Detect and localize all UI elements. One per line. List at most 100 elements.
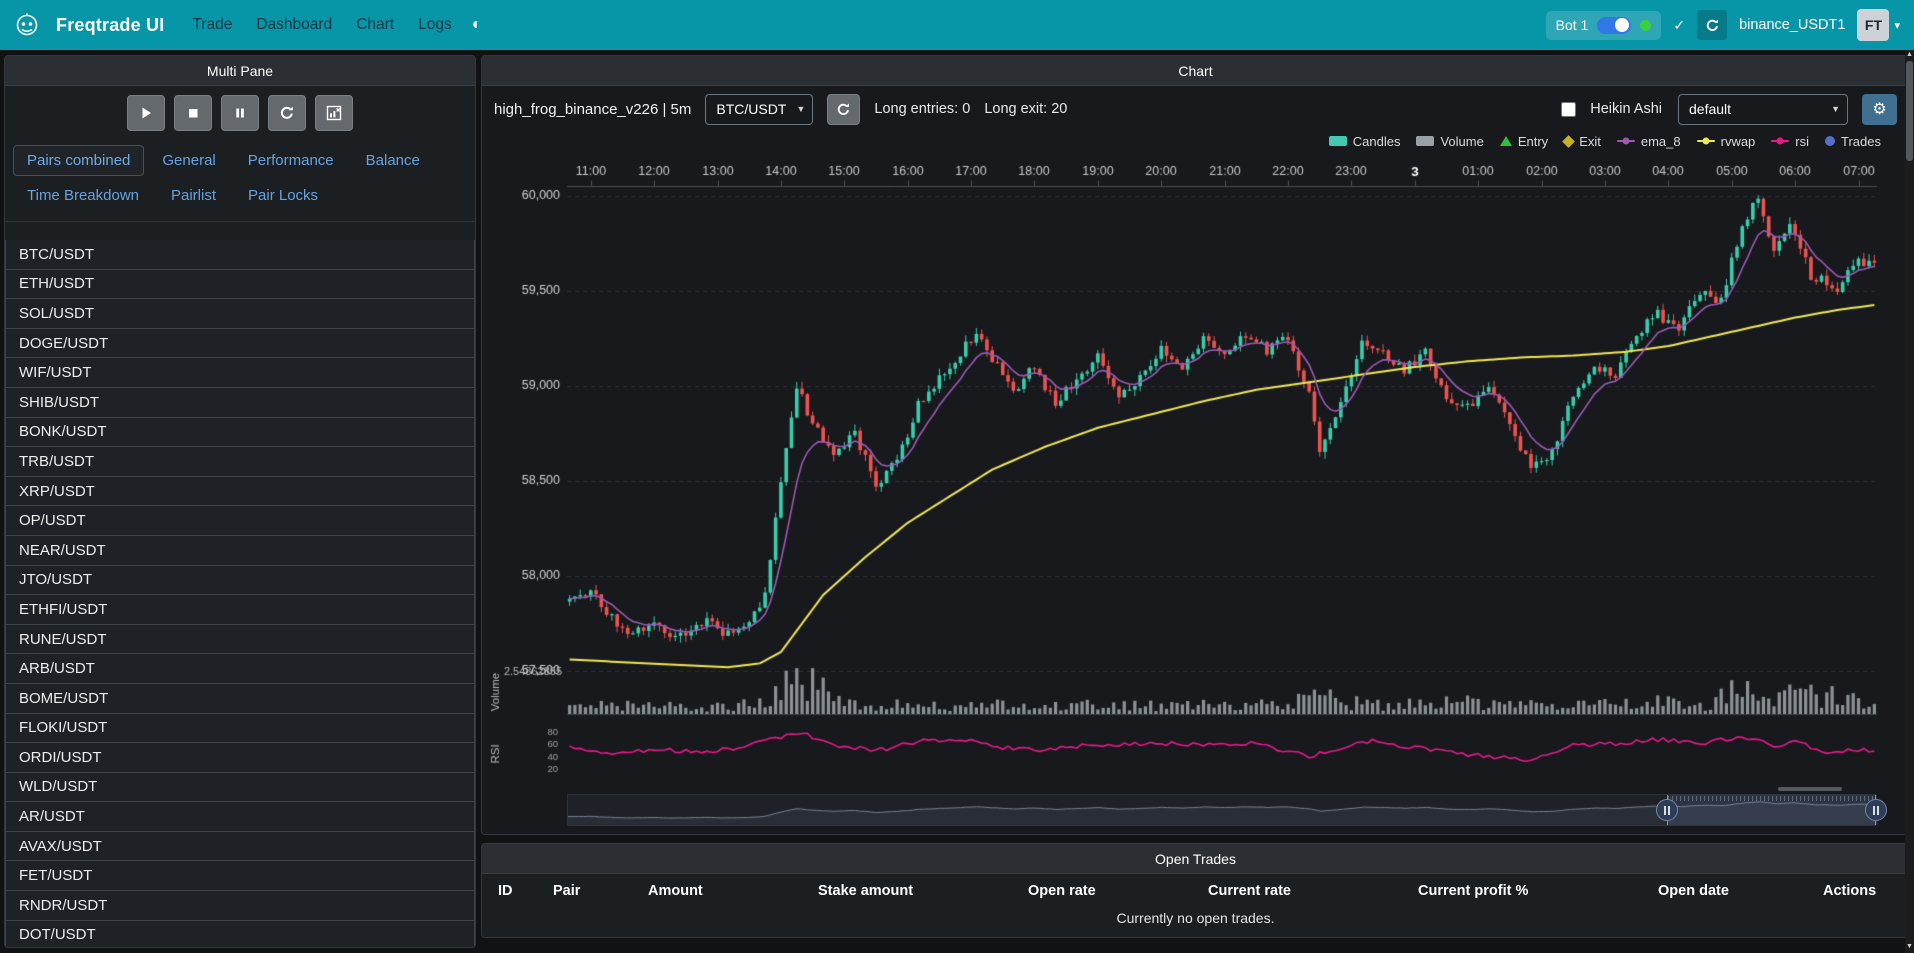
pair-row[interactable]: NEAR/USDT (5, 535, 475, 566)
pair-row[interactable]: ETHFI/USDT (5, 594, 475, 625)
pair-label: ORDI/USDT (19, 749, 102, 766)
legend-item-candles[interactable]: Candles (1329, 134, 1401, 149)
nav-link-trade[interactable]: Trade (192, 16, 232, 34)
pair-label: BONK/USDT (19, 423, 107, 440)
legend-item-exit[interactable]: Exit (1564, 134, 1601, 149)
grip-icon (1873, 806, 1879, 815)
pair-row[interactable]: WLD/USDT (5, 772, 475, 803)
legend-marker-dot (1702, 138, 1709, 145)
pair-row[interactable]: AR/USDT (5, 801, 475, 832)
pair-label: JTO/USDT (19, 571, 92, 588)
legend-item-trades[interactable]: Trades (1825, 134, 1881, 149)
legend-item-rvwap[interactable]: rvwap (1697, 134, 1756, 149)
legend-label: Exit (1579, 134, 1601, 149)
pair-row[interactable]: ETH/USDT (5, 269, 475, 300)
bot-selector[interactable]: Bot 1 (1546, 11, 1662, 40)
tab-general[interactable]: General (148, 145, 229, 176)
chart-navigator[interactable] (567, 794, 1877, 826)
bot-enable-toggle[interactable] (1597, 17, 1631, 34)
legend-item-entry[interactable]: Entry (1500, 134, 1548, 149)
nav-link-logs[interactable]: Logs (418, 16, 452, 34)
legend-label: Volume (1440, 134, 1483, 149)
pause-button[interactable] (221, 95, 259, 131)
pair-row[interactable]: FLOKI/USDT (5, 713, 475, 744)
pair-row[interactable]: BOME/USDT (5, 683, 475, 714)
bot-online-indicator (1640, 20, 1651, 31)
navigator-right-handle[interactable] (1865, 799, 1887, 821)
heikin-ashi-checkbox[interactable] (1561, 102, 1576, 117)
navigator-selection[interactable] (1667, 795, 1876, 825)
long-entries-label: Long entries: 0 (874, 101, 970, 117)
pair-row[interactable]: BTC/USDT (5, 240, 475, 270)
scroll-down-arrow-icon[interactable]: ▼ (1906, 942, 1913, 952)
pair-row[interactable]: AVAX/USDT (5, 831, 475, 862)
page-scrollbar[interactable]: ▲ ▼ (1905, 50, 1914, 953)
navigator-mini-scrollbar[interactable] (1778, 787, 1842, 791)
nav-link-dashboard[interactable]: Dashboard (256, 16, 332, 34)
pair-row[interactable]: ARB/USDT (5, 653, 475, 684)
tab-row: Pairs combinedGeneralPerformanceBalance (13, 143, 467, 178)
pair-row[interactable]: DOGE/USDT (5, 328, 475, 359)
pair-row[interactable]: TRB/USDT (5, 446, 475, 477)
price-chart-canvas[interactable] (482, 154, 1906, 790)
reload-config-button[interactable] (268, 95, 306, 131)
plot-config-select[interactable]: default (1678, 94, 1848, 125)
pair-row[interactable]: JTO/USDT (5, 565, 475, 596)
nav-link-chart[interactable]: Chart (356, 16, 394, 34)
pair-label: FET/USDT (19, 867, 92, 884)
legend-label: rvwap (1721, 134, 1756, 149)
tab-performance[interactable]: Performance (234, 145, 348, 176)
scrollbar-thumb[interactable] (1906, 61, 1913, 161)
legend-marker-line (1617, 140, 1635, 143)
navigator-left-handle[interactable] (1656, 799, 1678, 821)
theme-toggle-icon[interactable]: ◐ (472, 16, 482, 34)
pair-label: RUNE/USDT (19, 631, 107, 648)
pair-row[interactable]: DOT/USDT (5, 920, 475, 947)
tab-pairs-combined[interactable]: Pairs combined (13, 145, 144, 176)
pair-label: FLOKI/USDT (19, 719, 107, 736)
stop-button[interactable] (174, 95, 212, 131)
multi-pane-panel: Multi Pane Pairs combinedGeneralPerforma… (4, 55, 476, 948)
pair-row[interactable]: SHIB/USDT (5, 387, 475, 418)
legend-item-volume[interactable]: Volume (1416, 134, 1483, 149)
pair-row[interactable]: RUNE/USDT (5, 624, 475, 655)
clear-chart-button[interactable] (315, 95, 353, 131)
pair-row[interactable]: SOL/USDT (5, 298, 475, 329)
pair-row[interactable]: BONK/USDT (5, 417, 475, 448)
plot-settings-button[interactable]: ⚙ (1862, 94, 1897, 125)
legend-marker-triangle (1500, 136, 1512, 146)
pair-row[interactable]: XRP/USDT (5, 476, 475, 507)
pair-row[interactable]: OP/USDT (5, 505, 475, 536)
chart-refresh-button[interactable] (827, 94, 860, 125)
scroll-up-arrow-icon[interactable]: ▲ (1906, 50, 1913, 60)
tab-pair-locks[interactable]: Pair Locks (234, 180, 332, 211)
start-button[interactable] (127, 95, 165, 131)
pair-list: BTC/USDTETH/USDTSOL/USDTDOGE/USDTWIF/USD… (5, 240, 475, 947)
pair-label: AVAX/USDT (19, 838, 102, 855)
pair-label: XRP/USDT (19, 483, 95, 500)
user-menu[interactable]: FT ▾ (1857, 9, 1900, 41)
pair-label: NEAR/USDT (19, 542, 106, 559)
legend-label: ema_8 (1641, 134, 1681, 149)
tab-pairlist[interactable]: Pairlist (157, 180, 230, 211)
chart-panel-title: Chart (482, 56, 1909, 86)
pair-row[interactable]: RNDR/USDT (5, 890, 475, 921)
global-refresh-button[interactable] (1697, 10, 1727, 40)
pair-label: WLD/USDT (19, 778, 97, 795)
pair-row[interactable]: ORDI/USDT (5, 742, 475, 773)
pair-label: DOT/USDT (19, 926, 96, 943)
column-header-current-rate: Current rate (1208, 883, 1418, 899)
pair-label: TRB/USDT (19, 453, 94, 470)
tab-balance[interactable]: Balance (352, 145, 434, 176)
legend-item-ema_8[interactable]: ema_8 (1617, 134, 1681, 149)
navigator-hatch (1668, 796, 1875, 801)
legend-item-rsi[interactable]: rsi (1771, 134, 1809, 149)
pair-label: ETHFI/USDT (19, 601, 107, 618)
chart-toolbar: high_frog_binance_v226 | 5m BTC/USDT ▼ L… (482, 86, 1909, 130)
tab-time-breakdown[interactable]: Time Breakdown (13, 180, 153, 211)
pair-row[interactable]: WIF/USDT (5, 357, 475, 388)
pair-label: AR/USDT (19, 808, 85, 825)
pair-select[interactable]: BTC/USDT (705, 94, 813, 125)
pair-row[interactable]: FET/USDT (5, 860, 475, 891)
grip-icon (1664, 806, 1670, 815)
